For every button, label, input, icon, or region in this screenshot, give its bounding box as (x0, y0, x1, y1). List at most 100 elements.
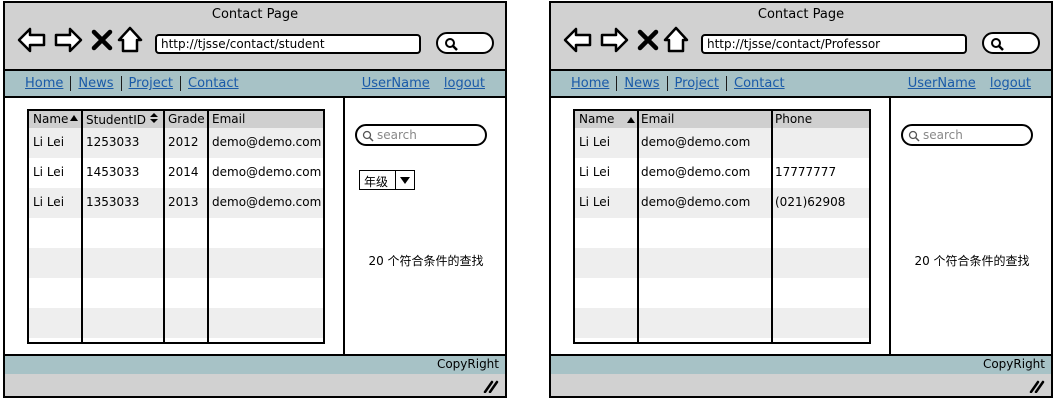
cell-email: demo@demo.com (212, 135, 322, 149)
username-link[interactable]: UserName (362, 76, 430, 91)
nav-bar: Home News Project Contact UserName logou… (5, 71, 505, 98)
home-icon[interactable] (661, 25, 691, 55)
window-title: Contact Page (211, 7, 299, 22)
col-header-phone[interactable]: Phone (775, 112, 812, 126)
cell-grade: 2013 (168, 195, 199, 209)
result-count: 20 个符合条件的查找 (914, 254, 1030, 268)
sort-icon (150, 113, 159, 123)
professor-window: Contact Page http://tjsse/contact/Profes… (549, 1, 1053, 398)
table-row-bg (29, 308, 323, 338)
search-icon (362, 130, 374, 142)
footer-bar: CopyRight (551, 354, 1051, 376)
nav-news[interactable]: News (71, 76, 122, 91)
table-row-bg (29, 278, 323, 308)
grade-select[interactable]: 年级 (359, 170, 415, 190)
copyright-text: CopyRight (982, 357, 1045, 371)
forward-icon[interactable] (599, 25, 629, 55)
grade-select-value: 年级 (364, 175, 389, 189)
cell-phone: (021)62908 (775, 195, 846, 209)
cell-studentid: 1453033 (86, 165, 140, 179)
logout-link[interactable]: logout (990, 76, 1031, 91)
cell-email: demo@demo.com (641, 135, 751, 149)
column-divider (637, 111, 639, 342)
browser-toolbar: Contact Page http://tjsse/contact/studen… (5, 3, 505, 71)
student-window: Contact Page http://tjsse/contact/studen… (3, 1, 507, 398)
nav-project[interactable]: Project (668, 76, 728, 91)
cell-name: Li Lei (33, 135, 65, 149)
nav-contact[interactable]: Contact (727, 76, 792, 91)
table-row-bg (575, 308, 869, 338)
col-header-name[interactable]: Name (579, 112, 614, 126)
url-search-button[interactable] (436, 32, 494, 54)
search-placeholder: search (923, 128, 963, 142)
url-input[interactable]: http://tjsse/contact/student (155, 34, 421, 54)
col-header-name[interactable]: Name (33, 112, 79, 126)
table-row-bg (575, 278, 869, 308)
cell-phone: 17777777 (775, 165, 837, 179)
nav-home[interactable]: Home (571, 76, 618, 91)
user-links: UserName logout (352, 76, 485, 91)
search-placeholder: search (377, 128, 417, 142)
col-header-grade[interactable]: Grade (168, 112, 205, 126)
cell-grade: 2012 (168, 135, 199, 149)
nav-contact[interactable]: Contact (181, 76, 246, 91)
search-icon (445, 38, 458, 51)
home-icon[interactable] (115, 25, 145, 55)
url-search-button[interactable] (982, 32, 1040, 54)
column-divider (771, 111, 773, 342)
chevron-down-icon[interactable] (395, 171, 414, 189)
resize-grip-icon[interactable] (483, 379, 499, 393)
col-header-email[interactable]: Email (212, 112, 245, 126)
nav-menu: Home News Project Contact (25, 76, 246, 91)
nav-bar: Home News Project Contact UserName logou… (551, 71, 1051, 98)
cell-name: Li Lei (579, 165, 611, 179)
search-icon (991, 38, 1004, 51)
cell-email: demo@demo.com (641, 165, 751, 179)
cell-name: Li Lei (33, 165, 65, 179)
sort-asc-icon (70, 115, 79, 121)
cell-name: Li Lei (579, 195, 611, 209)
sort-asc-icon[interactable] (626, 115, 636, 125)
logout-link[interactable]: logout (444, 76, 485, 91)
forward-icon[interactable] (53, 25, 83, 55)
back-icon[interactable] (17, 25, 47, 55)
status-bar (551, 374, 1051, 396)
col-header-email[interactable]: Email (641, 112, 674, 126)
table-row-bg (29, 248, 323, 278)
side-panel: search 年级 20 个符合条件的查找 (345, 98, 507, 354)
window-title: Contact Page (757, 7, 845, 22)
back-icon[interactable] (563, 25, 593, 55)
result-count: 20 个符合条件的查找 (368, 254, 484, 268)
cell-studentid: 1353033 (86, 195, 140, 209)
main-content: Name Email Phone Li Lei demo@demo.com Li… (551, 98, 1051, 354)
search-box[interactable]: search (901, 124, 1033, 146)
nav-project[interactable]: Project (122, 76, 182, 91)
column-divider (207, 111, 209, 342)
browser-toolbar: Contact Page http://tjsse/contact/Profes… (551, 3, 1051, 71)
table-row-bg (575, 218, 869, 248)
username-link[interactable]: UserName (908, 76, 976, 91)
main-content: Name StudentID Grade Email Li Lei 125303… (5, 98, 505, 354)
nav-home[interactable]: Home (25, 76, 72, 91)
student-table: Name StudentID Grade Email Li Lei 125303… (27, 109, 325, 344)
table-row-bg (29, 218, 323, 248)
column-divider (81, 111, 83, 342)
search-icon (908, 130, 920, 142)
url-input[interactable]: http://tjsse/contact/Professor (701, 34, 967, 54)
resize-grip-icon[interactable] (1029, 379, 1045, 393)
copyright-text: CopyRight (436, 357, 499, 371)
column-divider (163, 111, 165, 342)
footer-bar: CopyRight (5, 354, 505, 376)
table-row-bg (575, 248, 869, 278)
cell-email: demo@demo.com (641, 195, 751, 209)
nav-news[interactable]: News (617, 76, 668, 91)
professor-table: Name Email Phone Li Lei demo@demo.com Li… (573, 109, 871, 344)
nav-menu: Home News Project Contact (571, 76, 792, 91)
status-bar (5, 374, 505, 396)
search-box[interactable]: search (355, 124, 487, 146)
col-header-studentid[interactable]: StudentID (86, 112, 159, 127)
cell-email: demo@demo.com (212, 165, 322, 179)
cell-name: Li Lei (579, 135, 611, 149)
user-links: UserName logout (898, 76, 1031, 91)
cell-email: demo@demo.com (212, 195, 322, 209)
